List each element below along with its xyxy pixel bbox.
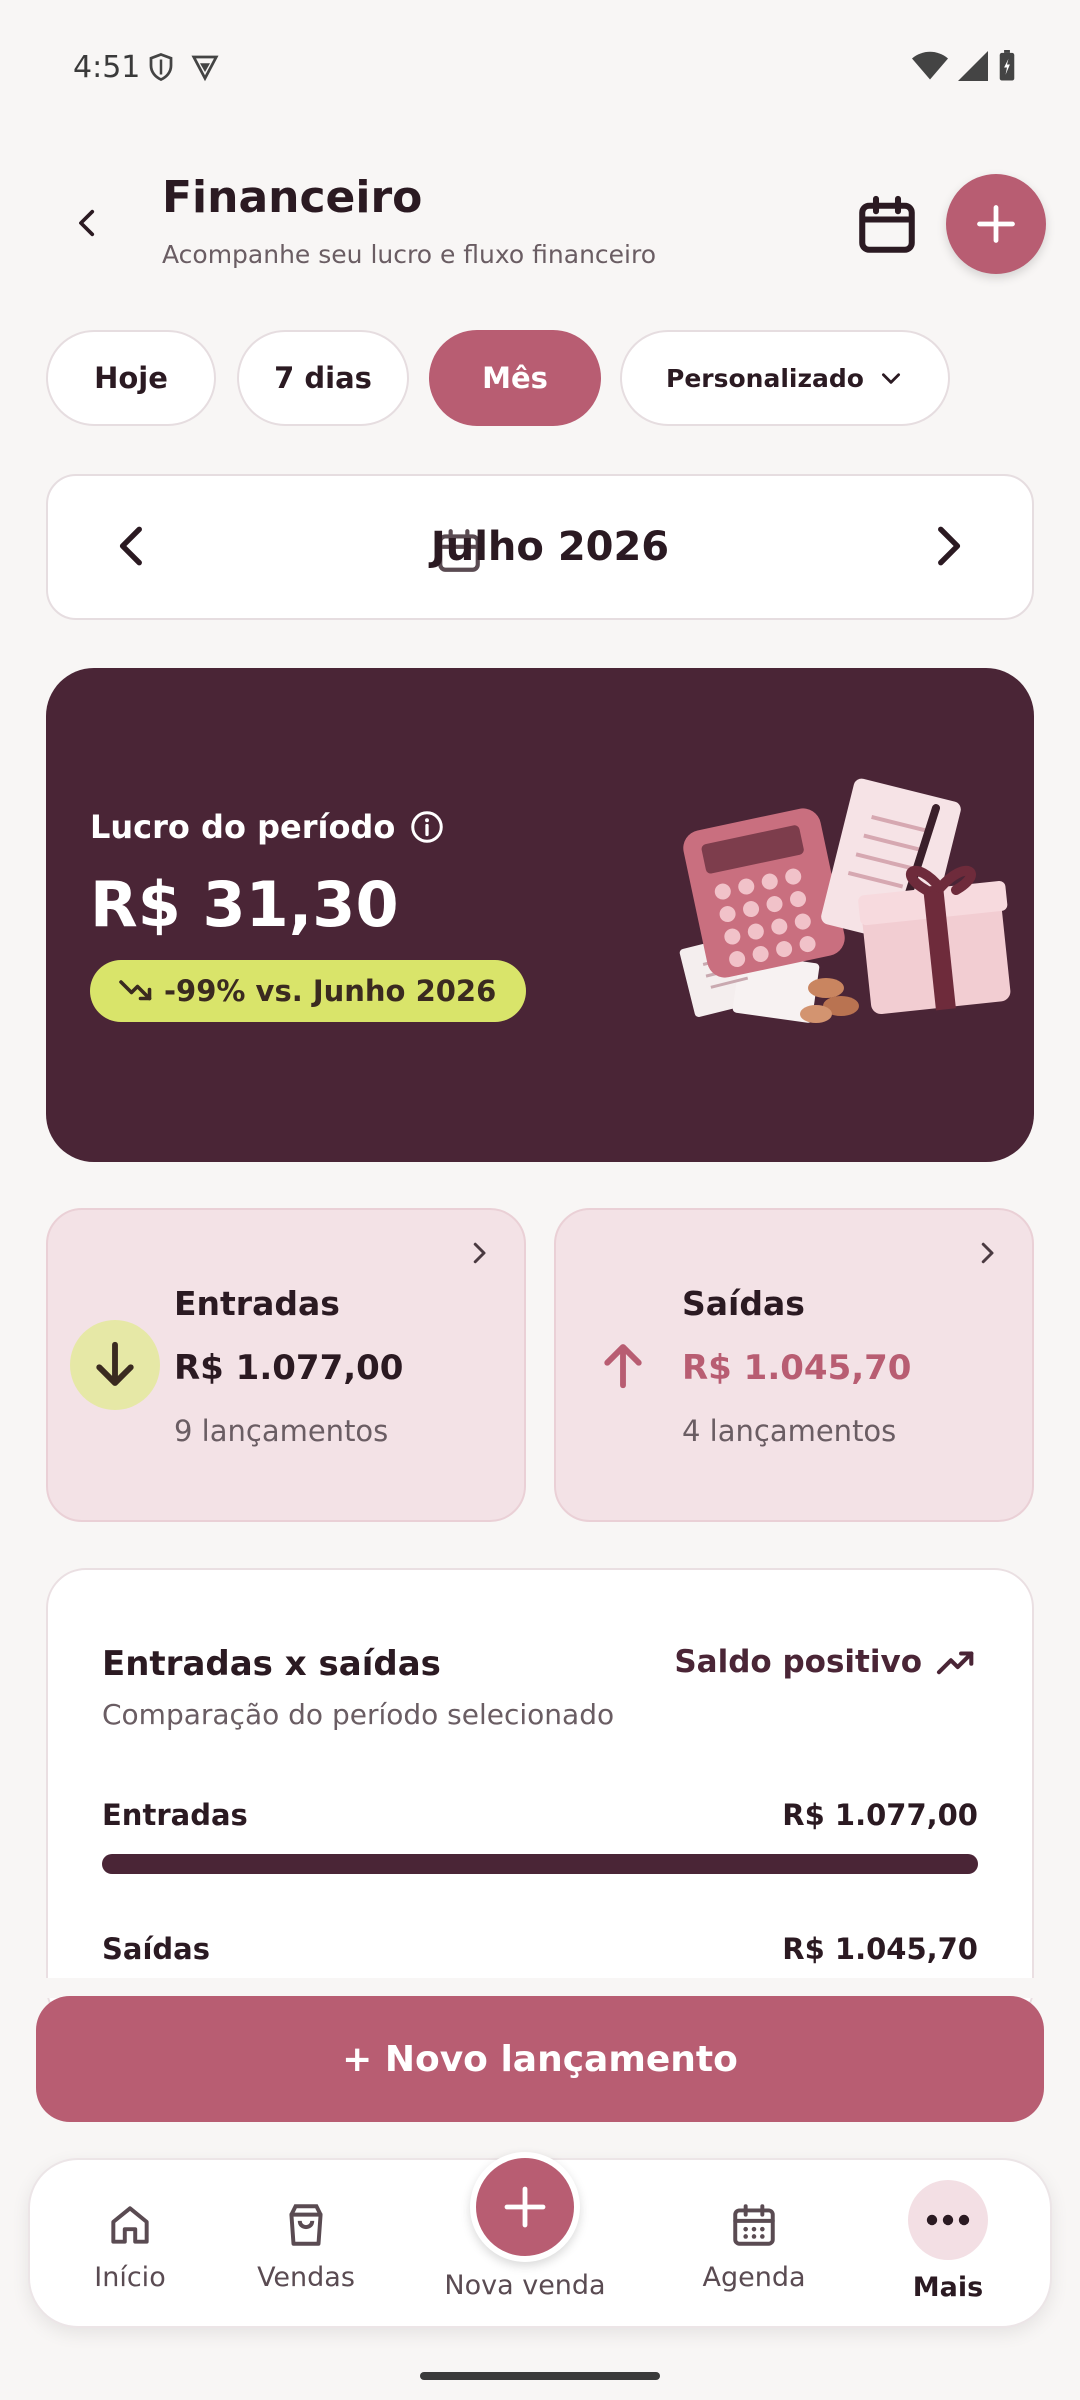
nav-label-new-sale: Nova venda	[444, 2270, 606, 2301]
income-count: 9 lançamentos	[174, 1414, 389, 1448]
nav-item-schedule[interactable]: Agenda	[674, 2200, 834, 2293]
chevron-right-icon	[981, 1242, 994, 1264]
calendar-icon	[733, 2204, 775, 2246]
income-bar-track	[102, 1854, 978, 1874]
calendar-icon	[859, 195, 915, 253]
shopping-bag-icon	[289, 2204, 323, 2246]
home-indicator	[420, 2372, 660, 2380]
trend-down-icon	[119, 980, 152, 1001]
signal-icon	[958, 51, 988, 81]
expense-icon-wrap	[578, 1320, 668, 1410]
expense-value: R$ 1.045,70	[682, 1348, 912, 1388]
profit-label-row: Lucro do período	[90, 808, 445, 846]
income-card[interactable]: Entradas R$ 1.077,00 9 lançamentos	[46, 1208, 526, 1522]
back-button[interactable]	[60, 195, 116, 251]
expense-card[interactable]: Saídas R$ 1.045,70 4 lançamentos	[554, 1208, 1034, 1522]
profit-label: Lucro do período	[90, 808, 396, 846]
comparison-title: Entradas x saídas	[102, 1644, 441, 1684]
nav-item-more[interactable]: Mais	[868, 2180, 1028, 2303]
new-sale-fab[interactable]	[470, 2152, 580, 2262]
page-subtitle: Acompanhe seu lucro e fluxo financeiro	[162, 240, 657, 269]
period-label: Julho 2026	[430, 524, 670, 570]
nav-item-home[interactable]: Início	[50, 2200, 210, 2293]
battery-icon	[999, 50, 1015, 81]
income-value: R$ 1.077,00	[174, 1348, 404, 1388]
filter-chip-7-days[interactable]: 7 dias	[237, 330, 409, 426]
nav-label-sales: Vendas	[257, 2262, 355, 2293]
filter-chip-month[interactable]: Mês	[429, 330, 601, 426]
wifi-icon	[912, 51, 948, 80]
filter-chip-custom[interactable]: Personalizado	[620, 330, 950, 426]
content-fade	[0, 1978, 1080, 1998]
balance-status-text: Saldo positivo	[674, 1644, 922, 1680]
finance-illustration	[679, 778, 1011, 1023]
income-title: Entradas	[174, 1284, 340, 1323]
status-right-icons	[912, 50, 1016, 82]
more-horizontal-icon	[926, 2214, 970, 2226]
nav-label-home: Início	[94, 2262, 166, 2293]
status-time: 4:51	[73, 50, 141, 85]
new-entry-button[interactable]: + Novo lançamento	[36, 1996, 1044, 2122]
info-icon[interactable]	[409, 809, 445, 845]
vpn-icon	[191, 55, 219, 82]
shield-icon	[149, 53, 173, 82]
plus-icon	[504, 2186, 546, 2228]
nav-item-sales[interactable]: Vendas	[226, 2200, 386, 2293]
home-icon	[111, 2206, 149, 2244]
period-selector: Julho 2026	[46, 474, 1034, 620]
plus-icon	[977, 205, 1015, 243]
chevron-right-icon	[473, 1242, 486, 1264]
chevron-left-icon	[79, 209, 95, 237]
income-row-value: R$ 1.077,00	[782, 1798, 978, 1832]
expense-row-value: R$ 1.045,70	[782, 1932, 978, 1966]
filter-chip-custom-label: Personalizado	[666, 363, 864, 393]
profit-change-text: -99% vs. Junho 2026	[164, 974, 497, 1008]
nav-active-indicator	[908, 2180, 988, 2260]
nav-label-more: Mais	[912, 2272, 984, 2303]
calendar-button[interactable]	[850, 188, 924, 262]
status-left-icons	[146, 52, 220, 82]
chevron-down-icon	[881, 373, 900, 384]
next-period-button[interactable]	[922, 518, 972, 578]
comparison-card: Entradas x saídas Saldo positivo Compara…	[46, 1568, 1034, 2028]
add-button[interactable]	[946, 174, 1046, 274]
income-row-label: Entradas	[102, 1798, 248, 1832]
trend-up-icon	[936, 1651, 974, 1675]
expense-row-label: Saídas	[102, 1932, 210, 1966]
chevron-right-icon	[938, 526, 961, 566]
expense-title: Saídas	[682, 1284, 805, 1323]
comparison-subtitle: Comparação do período selecionado	[102, 1698, 615, 1731]
arrow-down-icon	[96, 1341, 134, 1386]
page-title: Financeiro	[162, 172, 423, 223]
profit-change-badge: -99% vs. Junho 2026	[90, 960, 527, 1022]
nav-label-schedule: Agenda	[702, 2262, 806, 2293]
profit-value: R$ 31,30	[90, 868, 399, 941]
income-icon-wrap	[70, 1320, 160, 1410]
expense-count: 4 lançamentos	[682, 1414, 897, 1448]
arrow-up-icon	[604, 1344, 642, 1389]
balance-status: Saldo positivo	[674, 1644, 978, 1680]
profit-card: Lucro do período R$ 31,30 -99% vs. Junho…	[46, 668, 1034, 1162]
filter-chip-today[interactable]: Hoje	[46, 330, 216, 426]
income-bar-fill	[102, 1854, 978, 1874]
